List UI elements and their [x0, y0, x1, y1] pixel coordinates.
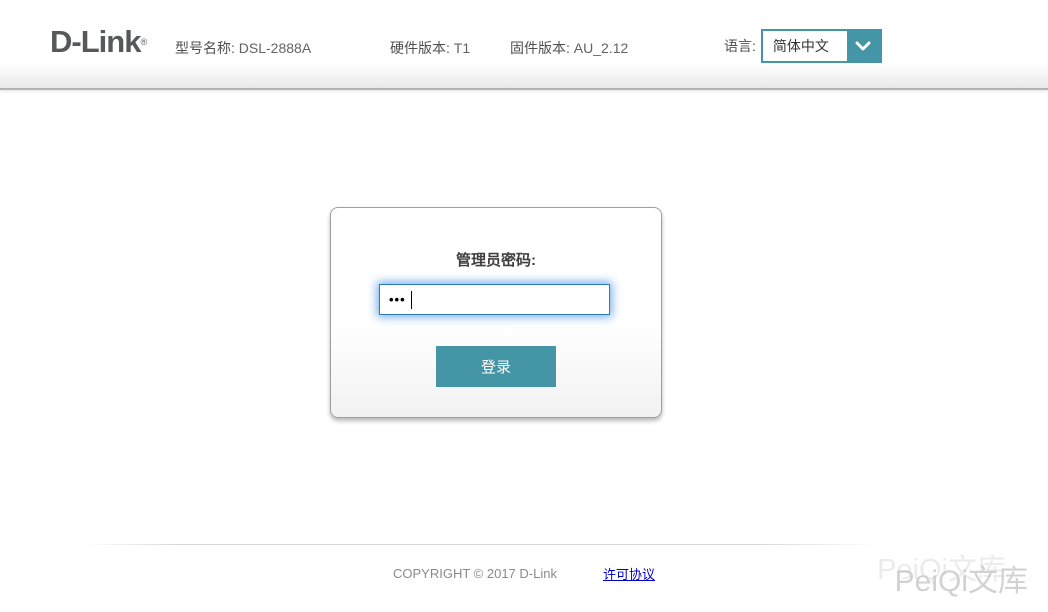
- hardware-version-value: T1: [454, 40, 470, 56]
- registered-mark: ®: [140, 37, 147, 47]
- dlink-logo: D-Link®: [50, 26, 147, 58]
- login-button[interactable]: 登录: [436, 346, 556, 387]
- firmware-version-value: AU_2.12: [574, 40, 628, 56]
- language-selector: 语言: 简体中文: [724, 29, 882, 63]
- language-dropdown-value[interactable]: 简体中文: [763, 31, 847, 61]
- chevron-down-icon[interactable]: [847, 31, 880, 61]
- text-caret: [411, 291, 412, 309]
- footer-row: COPYRIGHT © 2017 D-Link 许可协议: [0, 564, 1048, 583]
- language-dropdown[interactable]: 简体中文: [761, 29, 882, 63]
- hardware-version-info: 硬件版本: T1: [390, 38, 470, 58]
- password-input-wrapper: [379, 284, 610, 315]
- copyright-text: COPYRIGHT © 2017 D-Link: [393, 566, 557, 581]
- footer-divider: [85, 544, 875, 545]
- model-label: 型号名称:: [175, 40, 235, 56]
- language-label: 语言:: [724, 36, 756, 56]
- password-input[interactable]: [380, 285, 609, 314]
- firmware-version-label: 固件版本:: [510, 40, 570, 56]
- model-value: DSL-2888A: [239, 40, 311, 56]
- model-info: 型号名称: DSL-2888A: [175, 38, 311, 58]
- firmware-version-info: 固件版本: AU_2.12: [510, 38, 628, 58]
- password-label: 管理员密码:: [331, 249, 661, 270]
- page: D-Link® 型号名称: DSL-2888A 硬件版本: T1 固件版本: A…: [0, 0, 1048, 612]
- header: D-Link® 型号名称: DSL-2888A 硬件版本: T1 固件版本: A…: [0, 0, 1048, 90]
- logo-text: D-Link: [50, 24, 140, 59]
- hardware-version-label: 硬件版本:: [390, 40, 450, 56]
- login-card: 管理员密码: 登录: [330, 207, 662, 418]
- license-link[interactable]: 许可协议: [603, 564, 655, 583]
